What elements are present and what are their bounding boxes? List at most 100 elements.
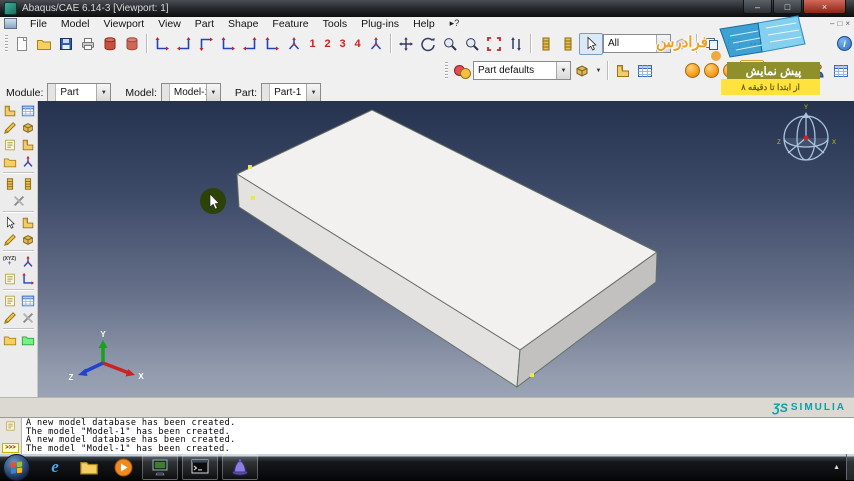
- kernel-cli-icon[interactable]: >>>: [2, 443, 19, 453]
- minimize-button[interactable]: –: [743, 0, 772, 14]
- viewport-canvas[interactable]: Y X Z Y Z X: [38, 101, 854, 397]
- box-zoom-button[interactable]: [461, 34, 483, 54]
- view-front-button[interactable]: [151, 34, 173, 54]
- view-bottom-button[interactable]: [217, 34, 239, 54]
- view-iso-button[interactable]: [283, 34, 305, 54]
- auto-fit-button[interactable]: [483, 34, 505, 54]
- database-compress-button[interactable]: [121, 34, 143, 54]
- saved-view-1-button[interactable]: 1: [305, 35, 320, 53]
- render-beam-profiles-button[interactable]: [535, 34, 557, 54]
- chevron-down-icon[interactable]: ▼: [593, 62, 604, 80]
- model-combo[interactable]: Model-1 ▼: [160, 83, 221, 102]
- show-desktop-button[interactable]: [846, 454, 854, 480]
- show-hidden-icons-button[interactable]: ▲: [833, 464, 846, 471]
- saved-view-4-button[interactable]: 4: [350, 35, 365, 53]
- tool-create-part[interactable]: [1, 103, 18, 119]
- menu-help[interactable]: Help: [406, 18, 442, 30]
- tool-mirror-part[interactable]: [19, 154, 36, 170]
- open-model-button[interactable]: [33, 34, 55, 54]
- save-model-button[interactable]: [55, 34, 77, 54]
- render-shell-thickness-button[interactable]: [557, 34, 579, 54]
- pan-view-button[interactable]: [395, 34, 417, 54]
- menu-part[interactable]: Part: [188, 18, 221, 30]
- taskbar-app-command-prompt[interactable]: [182, 454, 218, 480]
- tool-round-fillet[interactable]: [1, 154, 18, 170]
- tool-feature-delete[interactable]: [10, 193, 27, 209]
- tool-solid-extrude[interactable]: [1, 120, 18, 136]
- mdi-close-icon[interactable]: ×: [845, 19, 850, 28]
- mdi-minimize-icon[interactable]: –: [830, 19, 834, 28]
- chevron-down-icon[interactable]: ▼: [96, 84, 111, 101]
- taskbar-internet-explorer[interactable]: e: [40, 455, 70, 479]
- part-display-options-button[interactable]: [612, 61, 634, 81]
- menu-plugins[interactable]: Plug-ins: [354, 18, 406, 30]
- tool-datum-point-xyz[interactable]: (XYZ) +: [1, 254, 18, 270]
- tool-partition-face[interactable]: [19, 293, 36, 309]
- part-combo[interactable]: Part-1 ▼: [261, 83, 322, 102]
- display-defaults-combo[interactable]: Part defaults ▼: [473, 61, 571, 80]
- taskbar-media-player[interactable]: [108, 455, 138, 479]
- tool-edit-feature[interactable]: [1, 232, 18, 248]
- context-help-icon[interactable]: ▸?: [450, 18, 460, 29]
- maximize-button[interactable]: □: [773, 0, 802, 14]
- tool-query[interactable]: [1, 215, 18, 231]
- cycle-views-button[interactable]: [505, 34, 527, 54]
- custom-view-button[interactable]: [365, 34, 387, 54]
- tool-feature-suppress[interactable]: [1, 176, 18, 192]
- tool-datum-plane[interactable]: [1, 271, 18, 287]
- tool-repair-geometry[interactable]: [19, 232, 36, 248]
- menu-viewport[interactable]: Viewport: [97, 18, 152, 30]
- part-3d-slab[interactable]: [236, 109, 658, 388]
- viewport-window-icon[interactable]: [4, 18, 17, 29]
- menu-shape[interactable]: Shape: [221, 18, 265, 30]
- print-button[interactable]: [77, 34, 99, 54]
- chevron-down-icon[interactable]: ▼: [556, 62, 570, 79]
- options-table-button[interactable]: [830, 61, 852, 81]
- menu-view[interactable]: View: [151, 18, 188, 30]
- tool-create-wire[interactable]: [19, 215, 36, 231]
- render-shaded-button[interactable]: [685, 63, 700, 78]
- chevron-down-icon[interactable]: ▼: [306, 84, 321, 101]
- menu-model[interactable]: Model: [54, 18, 97, 30]
- render-style-button[interactable]: [571, 61, 593, 81]
- tool-sketch[interactable]: [19, 103, 36, 119]
- tool-partition-cell[interactable]: [1, 310, 18, 326]
- tool-datum-csys[interactable]: [19, 271, 36, 287]
- view-compass[interactable]: Y Z X: [777, 105, 836, 161]
- magnify-view-button[interactable]: [439, 34, 461, 54]
- start-button[interactable]: [3, 453, 30, 481]
- menu-feature[interactable]: Feature: [265, 18, 315, 30]
- new-model-button[interactable]: [11, 34, 33, 54]
- message-manager-icon[interactable]: [4, 420, 17, 432]
- tool-part-copy[interactable]: [19, 332, 36, 348]
- tool-virtual-topology[interactable]: [19, 310, 36, 326]
- mdi-restore-icon[interactable]: □: [837, 19, 842, 28]
- tool-partition-edge[interactable]: [1, 293, 18, 309]
- message-log[interactable]: A new model database has been created. T…: [22, 418, 240, 455]
- tool-solid-revolve[interactable]: [19, 120, 36, 136]
- color-code-button[interactable]: [451, 61, 473, 81]
- field-output-button[interactable]: [634, 61, 656, 81]
- taskbar-app-monitor[interactable]: [142, 454, 178, 480]
- menu-tools[interactable]: Tools: [316, 18, 355, 30]
- view-left-button[interactable]: [239, 34, 261, 54]
- chevron-down-icon[interactable]: ▼: [205, 84, 220, 101]
- taskbar-windows-explorer[interactable]: [74, 455, 104, 479]
- tool-datum-axis[interactable]: [19, 254, 36, 270]
- render-hidden-button[interactable]: [704, 63, 719, 78]
- module-combo[interactable]: Part ▼: [47, 83, 112, 102]
- tool-feature-resume[interactable]: [19, 176, 36, 192]
- database-save-button[interactable]: [99, 34, 121, 54]
- select-entities-button[interactable]: [579, 32, 603, 55]
- info-icon[interactable]: i: [837, 36, 852, 51]
- saved-view-3-button[interactable]: 3: [335, 35, 350, 53]
- rotate-view-button[interactable]: [417, 34, 439, 54]
- saved-view-2-button[interactable]: 2: [320, 35, 335, 53]
- view-back-button[interactable]: [173, 34, 195, 54]
- tool-cut-extrude[interactable]: [19, 137, 36, 153]
- view-top-button[interactable]: [195, 34, 217, 54]
- menu-file[interactable]: File: [23, 18, 54, 30]
- toolbar-grip[interactable]: [5, 34, 8, 53]
- tool-shell-extrude[interactable]: [1, 137, 18, 153]
- toolbar-grip[interactable]: [445, 61, 448, 80]
